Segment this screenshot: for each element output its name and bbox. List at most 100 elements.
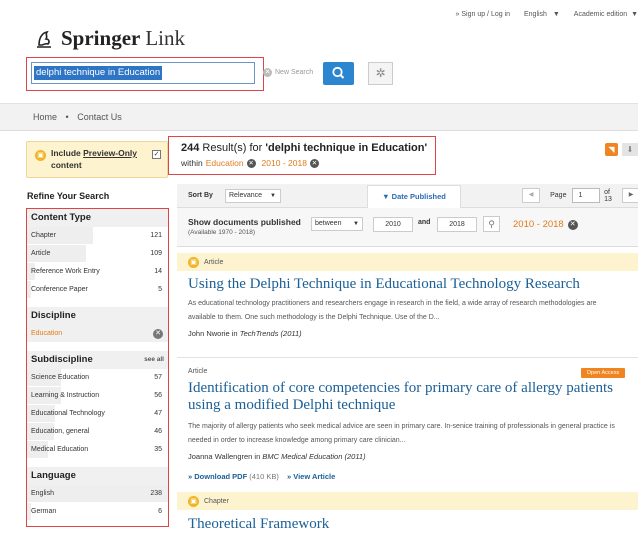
preview-only-checkbox[interactable]: ✓: [152, 150, 161, 159]
next-page-button[interactable]: ▶: [622, 188, 638, 203]
facet-heading-subdiscipline: Subdiscipline see all: [27, 351, 168, 369]
language-label: English: [523, 11, 547, 18]
date-range-filter: 2010 - 2018 ✕: [513, 219, 578, 230]
facet-label: Chapter: [31, 232, 56, 239]
result-item: Article Open Access Identification of co…: [177, 363, 638, 490]
available-range: (Available 1970 - 2018): [188, 229, 256, 236]
facet-count: 56: [154, 392, 162, 399]
facet-count: 35: [154, 446, 162, 453]
language-select[interactable]: English ▼: [524, 11, 560, 18]
facet-item[interactable]: Article 109: [27, 245, 168, 263]
start-year-input[interactable]: 2010: [373, 217, 413, 232]
new-search-button[interactable]: ✕ New Search: [263, 68, 313, 77]
result-type-bar: ▣ Article: [177, 253, 638, 271]
remove-filter-icon[interactable]: ✕: [309, 158, 319, 168]
result-snippet: As educational technology practitioners …: [188, 300, 597, 321]
facet-label: Education: [31, 330, 63, 337]
result-title[interactable]: Using the Delphi Technique in Educationa…: [188, 276, 628, 293]
facet-heading-content-type: Content Type: [27, 209, 168, 227]
springer-link-logo[interactable]: Springer Link: [33, 26, 185, 51]
search-button[interactable]: [323, 62, 354, 85]
facet-count: 46: [154, 428, 162, 435]
nav-contact-us[interactable]: Contact Us: [77, 112, 122, 122]
result-type-bar: ▣ Chapter: [177, 492, 638, 510]
results-filters: within Education ✕ 2010 - 2018 ✕: [181, 158, 319, 168]
search-input[interactable]: delphi technique in Education: [31, 62, 255, 84]
result-title[interactable]: Identification of core competencies for …: [188, 380, 618, 414]
page-input[interactable]: 1: [572, 188, 601, 203]
facet-item[interactable]: Education, general 46: [27, 423, 168, 441]
view-article-link[interactable]: » View Article: [287, 472, 335, 481]
facet-label: Education, general: [31, 428, 90, 435]
facet-count: 14: [154, 268, 162, 275]
rss-icon[interactable]: ◥: [605, 143, 618, 156]
pagination: ◀ Page 1 of 13 ▶: [522, 188, 638, 203]
facet-item[interactable]: Science Education 57: [27, 369, 168, 387]
nav-separator: •: [65, 112, 69, 122]
facet-label: Conference Paper: [31, 286, 88, 293]
facet-count: 121: [150, 232, 162, 239]
date-published-tab[interactable]: ▼ Date Published: [367, 185, 461, 208]
date-range-text[interactable]: 2010 - 2018: [513, 219, 564, 230]
facet-label: Medical Education: [31, 446, 89, 453]
date-search-button[interactable]: ⚲: [483, 216, 500, 232]
facet-heading-language: Language: [27, 467, 168, 485]
remove-filter-icon[interactable]: ✕: [246, 158, 256, 168]
facet-discipline-education[interactable]: Education ✕: [27, 325, 168, 343]
results-count-line: 244 Result(s) for 'delphi technique in E…: [181, 142, 428, 154]
gear-icon: ✲: [375, 66, 386, 80]
result-title[interactable]: Theoretical Framework: [188, 516, 628, 533]
see-all-link[interactable]: see all: [144, 351, 164, 369]
date-mode-select[interactable]: between ▼: [311, 217, 363, 231]
facet-item[interactable]: Educational Technology 47: [27, 405, 168, 423]
facet-label: German: [31, 508, 57, 515]
facet-item[interactable]: Conference Paper 5: [27, 281, 168, 299]
settings-button[interactable]: ✲: [368, 62, 393, 85]
prev-page-button[interactable]: ◀: [522, 188, 541, 203]
facet-item[interactable]: English 238: [27, 485, 168, 503]
results-count: 244: [181, 142, 200, 154]
filter-discipline[interactable]: Education: [206, 158, 244, 168]
result-author: Joanna Wallengren in BMC Medical Educati…: [188, 452, 366, 461]
edition-select[interactable]: Academic edition ▼: [574, 11, 638, 18]
lock-icon: ▣: [35, 150, 46, 161]
chevron-down-icon: ▼: [631, 11, 638, 18]
facet-item[interactable]: German 6: [27, 503, 168, 521]
facet-count: 57: [154, 374, 162, 381]
facet-item[interactable]: Medical Education 35: [27, 441, 168, 459]
search-icon: ⚲: [488, 219, 495, 229]
sort-by-label: Sort By: [188, 192, 213, 199]
sort-select[interactable]: Relevance ▼: [225, 189, 281, 203]
facet-item[interactable]: Reference Work Entry 14: [27, 263, 168, 281]
facet-count: 238: [150, 490, 162, 497]
facet-heading-discipline: Discipline: [27, 307, 168, 325]
facet-count: 47: [154, 410, 162, 417]
facet-item[interactable]: Learning & Instruction 56: [27, 387, 168, 405]
facet-label: Learning & Instruction: [31, 392, 100, 399]
search-icon: [332, 66, 345, 79]
edition-label: Academic edition: [573, 11, 628, 18]
filter-date-range[interactable]: 2010 - 2018: [262, 158, 307, 168]
facet-label: Article: [31, 250, 51, 257]
result-item: ▣ Article Using the Delphi Technique in E…: [177, 253, 638, 356]
results-summary: 244 Result(s) for 'delphi technique in E…: [168, 136, 436, 175]
preview-only-toggle: ▣ Include Preview-Only content ✓: [26, 141, 168, 178]
sign-up-login-link[interactable]: » Sign up / Log in: [456, 11, 511, 18]
remove-filter-icon[interactable]: ✕: [567, 219, 578, 230]
top-header: » Sign up / Log in English ▼ Academic ed…: [0, 0, 638, 103]
refine-title: Refine Your Search: [27, 191, 110, 201]
divider: [177, 357, 638, 358]
lock-icon: ▣: [188, 495, 199, 507]
result-item: ▣ Chapter Theoretical Framework: [177, 492, 638, 535]
facet-item[interactable]: Chapter 121: [27, 227, 168, 245]
remove-filter-icon[interactable]: ✕: [153, 329, 163, 339]
download-pdf-link[interactable]: » Download PDF: [188, 472, 247, 481]
nav-home[interactable]: Home: [33, 112, 57, 122]
facet-count: 5: [158, 286, 162, 293]
top-links: » Sign up / Log in English ▼ Academic ed…: [444, 11, 638, 18]
new-search-label: New Search: [275, 69, 314, 76]
end-year-input[interactable]: 2018: [437, 217, 477, 232]
download-icon[interactable]: ⬇: [622, 143, 638, 156]
logo-springer: Springer: [61, 26, 141, 50]
preview-only-link[interactable]: Preview-Only: [83, 148, 137, 158]
